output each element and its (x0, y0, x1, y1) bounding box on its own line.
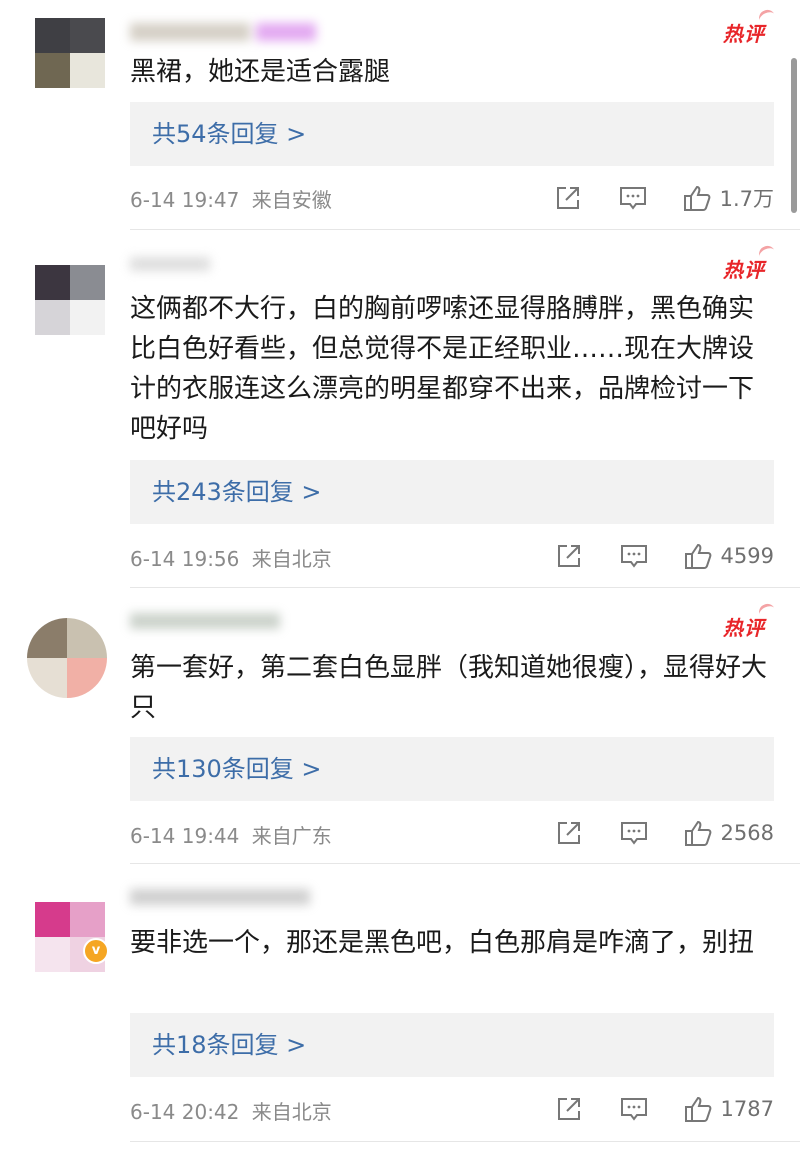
avatar[interactable] (27, 618, 107, 698)
hot-comment-badge: 热评 (723, 254, 765, 283)
location: 来自北京 (251, 1100, 332, 1124)
username-blurred[interactable] (130, 886, 320, 908)
like-count: 2568 (720, 821, 774, 845)
hot-comment-badge: 热评 (723, 18, 765, 47)
avatar[interactable] (35, 18, 105, 88)
location: 来自广东 (251, 824, 332, 848)
share-icon[interactable] (554, 541, 584, 571)
like-icon[interactable] (682, 183, 712, 213)
comment-actions: 1.7万 (553, 181, 774, 215)
view-replies-link[interactable]: 共54条回复 > (130, 102, 774, 166)
username-blurred[interactable] (130, 610, 290, 632)
avatar[interactable] (35, 265, 105, 335)
like-icon[interactable] (683, 818, 713, 848)
comment-meta: 6-14 19:44 来自广东 (130, 820, 332, 849)
location: 来自北京 (251, 547, 332, 571)
comment-text: 第一套好，第二套白色显胖（我知道她很瘦），显得好大只 (130, 653, 768, 723)
share-icon[interactable] (554, 818, 584, 848)
timestamp: 6-14 20:42 (130, 1100, 240, 1124)
comment-text: 黑裙，她还是适合露腿 (130, 57, 391, 87)
comment-meta: 6-14 19:47 来自安徽 (130, 184, 332, 213)
comment-item: v 要非选一个，那还是黑色吧，白色那肩是咋滴了，别扭 共18条回复 > 6-14… (0, 864, 800, 1149)
share-icon[interactable] (554, 1094, 584, 1124)
view-replies-link[interactable]: 共18条回复 > (130, 1013, 774, 1077)
comment-icon[interactable] (619, 541, 649, 571)
comment-meta: 6-14 19:56 来自北京 (130, 543, 332, 572)
comment-actions: 1787 (554, 1092, 774, 1126)
comment-item: 热评 这俩都不大行，白的胸前啰嗦还显得胳膊胖，黑色确实比白色好看些，但总觉得不是… (0, 230, 800, 588)
timestamp: 6-14 19:56 (130, 547, 240, 571)
like-icon[interactable] (683, 541, 713, 571)
share-icon[interactable] (553, 183, 583, 213)
comment-icon[interactable] (619, 818, 649, 848)
comment-meta: 6-14 20:42 来自北京 (130, 1096, 332, 1125)
like-count: 1.7万 (719, 187, 774, 211)
divider (130, 1141, 800, 1142)
comment-icon[interactable] (618, 183, 648, 213)
like-count: 1787 (720, 1097, 774, 1121)
timestamp: 6-14 19:47 (130, 188, 240, 212)
like-count: 4599 (720, 544, 774, 568)
username-blurred[interactable] (130, 252, 230, 274)
comment-text: 这俩都不大行，白的胸前啰嗦还显得胳膊胖，黑色确实比白色好看些，但总觉得不是正经职… (130, 294, 755, 444)
view-replies-link[interactable]: 共243条回复 > (130, 460, 774, 524)
verified-badge-icon: v (83, 938, 109, 964)
timestamp: 6-14 19:44 (130, 824, 240, 848)
scrollbar[interactable] (791, 58, 797, 213)
like-icon[interactable] (683, 1094, 713, 1124)
view-replies-link[interactable]: 共130条回复 > (130, 737, 774, 801)
comment-item: 热评 第一套好，第二套白色显胖（我知道她很瘦），显得好大只 共130条回复 > … (0, 588, 800, 864)
comment-text: 要非选一个，那还是黑色吧，白色那肩是咋滴了，别扭 (130, 928, 755, 958)
username-blurred[interactable] (130, 22, 350, 44)
comment-item: 热评 黑裙，她还是适合露腿 共54条回复 > 6-14 19:47 来自安徽 1… (0, 0, 800, 230)
location: 来自安徽 (251, 188, 332, 212)
comment-actions: 4599 (554, 539, 774, 573)
comment-actions: 2568 (554, 816, 774, 850)
comment-icon[interactable] (619, 1094, 649, 1124)
hot-comment-badge: 热评 (723, 612, 765, 641)
